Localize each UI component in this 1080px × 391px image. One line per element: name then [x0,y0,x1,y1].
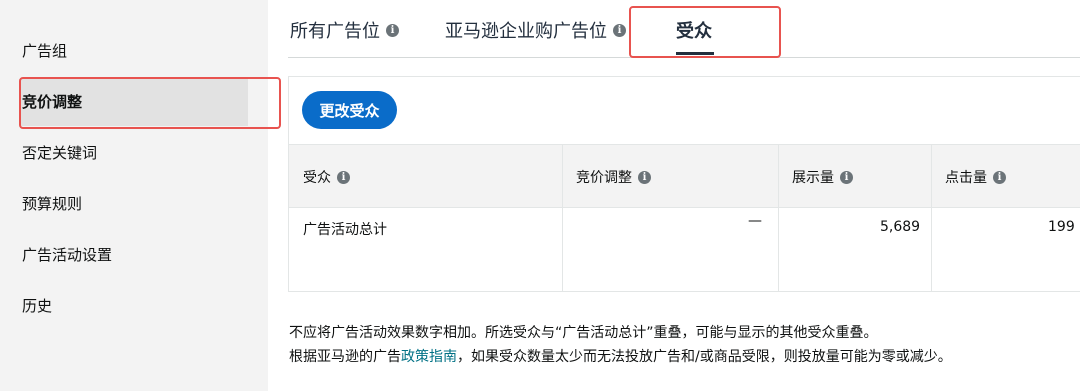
info-icon[interactable]: i [993,170,1006,184]
column-divider [778,144,779,291]
info-icon[interactable]: i [386,23,399,37]
cell-audience: 广告活动总计 [303,222,387,238]
policy-note-suffix: ，如果受众数量太少而无法投放广告和/或商品受限，则投放量可能为零或减少。 [457,349,952,365]
info-icon[interactable]: i [337,170,350,184]
info-icon[interactable]: i [638,170,651,184]
policy-note-prefix: 根据亚马逊的广告 [289,349,401,365]
column-header-label: 展示量 [792,170,834,186]
column-divider [562,144,563,291]
tab-all-placements[interactable]: 所有广告位 i [290,17,399,43]
overlap-note: 不应将广告活动效果数字相加。所选受众与“广告活动总计”重叠，可能与显示的其他受众… [289,325,878,341]
sidebar-item-ad-groups[interactable]: 广告组 [22,40,67,61]
column-divider [931,144,932,291]
change-audience-button[interactable]: 更改受众 [302,91,397,129]
info-icon[interactable]: i [840,170,853,184]
cell-clicks: 199 [1048,219,1075,235]
policy-guide-link[interactable]: 政策指南 [401,349,457,365]
cell-impressions: 5,689 [880,219,921,235]
tab-label: 所有广告位 [290,21,380,42]
highlight-box-sidebar [19,77,281,129]
highlight-box-tab [629,6,781,58]
sidebar-item-negative-keywords[interactable]: 否定关键词 [22,142,97,163]
tab-amazon-business-placements[interactable]: 亚马逊企业购广告位 i [445,17,626,43]
sidebar-item-history[interactable]: 历史 [22,295,52,316]
info-icon[interactable]: i [613,23,626,37]
column-header-impressions[interactable]: 展示量 i [792,167,853,187]
column-header-label: 点击量 [945,170,987,186]
column-header-bid-adjustment[interactable]: 竞价调整 i [576,167,651,187]
column-header-clicks[interactable]: 点击量 i [945,167,1006,187]
column-header-label: 受众 [303,170,331,186]
cell-bid-adjustment: — [748,213,762,229]
sidebar-item-campaign-settings[interactable]: 广告活动设置 [22,244,112,265]
column-header-audience[interactable]: 受众 i [303,167,350,187]
policy-note: 根据亚马逊的广告政策指南，如果受众数量太少而无法投放广告和/或商品受限，则投放量… [289,346,952,366]
tab-label: 亚马逊企业购广告位 [445,21,607,42]
sidebar-item-budget-rules[interactable]: 预算规则 [22,193,82,214]
column-header-label: 竞价调整 [576,170,632,186]
